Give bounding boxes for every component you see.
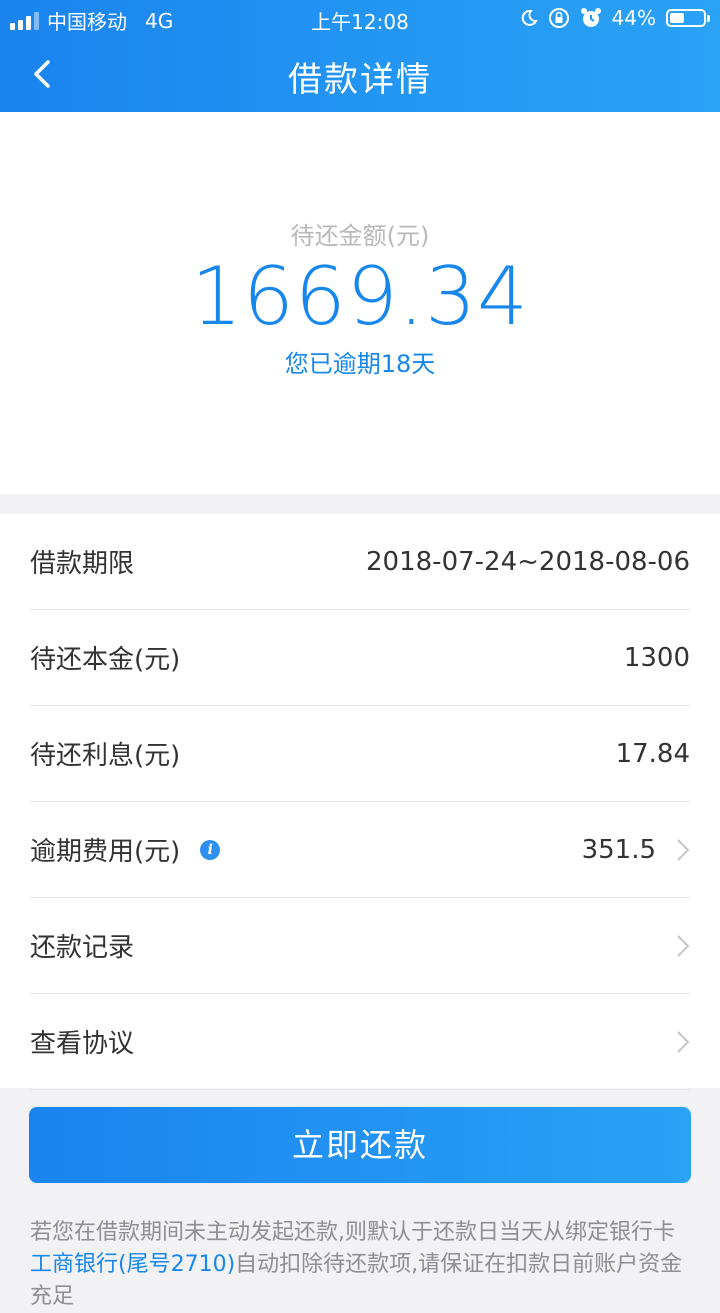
row-value: 351.5 <box>581 834 656 865</box>
notice-text: 自动扣除待还款项,请保证在扣款 <box>235 1252 551 1277</box>
interest-row: 待还利息(元) 17.84 <box>30 706 690 802</box>
chevron-right-icon <box>677 1030 690 1053</box>
row-value-wrap: 351.5 <box>582 835 690 865</box>
status-bar: 中国移动 4G 上午12:08 44% <box>0 0 720 38</box>
chevron-right-icon <box>677 934 690 957</box>
view-agreement-row[interactable]: 查看协议 <box>30 994 690 1090</box>
moon-icon <box>521 9 538 26</box>
row-label: 待还利息(元) <box>30 741 181 771</box>
principal-row: 待还本金(元) 1300 <box>30 610 690 706</box>
row-label: 还款记录 <box>30 933 135 963</box>
page-title: 借款详情 <box>288 60 432 100</box>
repayment-records-row[interactable]: 还款记录 <box>30 898 690 994</box>
overdue-fee-row[interactable]: 逾期费用(元) i 351.5 <box>30 802 690 898</box>
rotation-lock-icon <box>548 8 569 28</box>
bank-card-link[interactable]: 工商银行(尾号2710) <box>30 1252 235 1277</box>
amount-label: 待还金额(元) <box>290 222 430 250</box>
battery-icon <box>666 9 710 27</box>
status-right: 44% <box>520 6 710 30</box>
auto-deduct-notice: 若您在借款期间未主动发起还款,则默认于还款日当天从绑定银行卡工商银行(尾号271… <box>30 1217 692 1313</box>
app-header: 中国移动 4G 上午12:08 44% 借款详情 <box>0 0 720 112</box>
row-label-wrap: 逾期费用(元) i <box>30 831 221 868</box>
row-value: 17.84 <box>615 738 690 769</box>
navigation-bar: 借款详情 <box>0 38 720 112</box>
row-value-wrap <box>656 1030 690 1054</box>
row-label: 逾期费用(元) <box>30 837 181 867</box>
amount-summary: 待还金额(元) 1669.34 您已逾期18天 <box>0 112 720 494</box>
notice-text: 若您在借款期间未主动发起还款,则默认于还款日当天从绑定银行卡 <box>30 1220 675 1245</box>
row-label: 待还本金(元) <box>30 645 181 675</box>
alarm-icon <box>580 8 601 27</box>
row-label: 查看协议 <box>30 1029 135 1059</box>
loan-term-row: 借款期限 2018-07-24~2018-08-06 <box>30 514 690 610</box>
battery-percent: 44% <box>611 6 656 30</box>
loan-details-list: 借款期限 2018-07-24~2018-08-06 待还本金(元) 1300 … <box>0 514 720 1090</box>
chevron-right-icon <box>677 838 690 861</box>
amount-value: 1669.34 <box>191 250 529 343</box>
overdue-notice: 您已逾期18天 <box>284 350 436 378</box>
repay-now-button[interactable]: 立即还款 <box>29 1107 691 1183</box>
row-value-wrap <box>656 934 690 958</box>
row-label: 借款期限 <box>30 549 135 579</box>
row-value: 1300 <box>623 642 690 673</box>
row-value: 2018-07-24~2018-08-06 <box>366 546 690 577</box>
info-icon[interactable]: i <box>200 839 221 860</box>
